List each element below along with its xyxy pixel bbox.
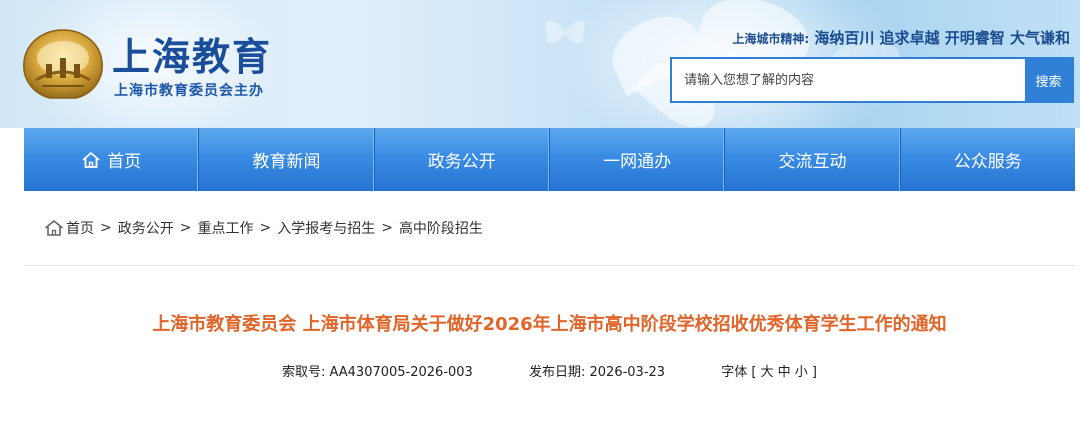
main-nav: 首页 教育新闻 政务公开 一网通办 交流互动 公众服务: [24, 128, 1075, 191]
nav-item-one-stop-service[interactable]: 一网通办: [550, 128, 726, 191]
city-spirit-value: 海纳百川 追求卓越 开明睿智 大气谦和: [814, 29, 1070, 47]
breadcrumb: 首页 > 政务公开 > 重点工作 > 入学报考与招生 > 高中阶段招生: [44, 217, 483, 239]
breadcrumb-separator: >: [259, 220, 272, 236]
article-publish-date: 发布日期: 2026-03-23: [529, 361, 665, 380]
nav-item-label: 首页: [107, 152, 142, 172]
nav-item-label: 交流互动: [778, 152, 847, 172]
breadcrumb-item-high-school-admission[interactable]: 高中阶段招生: [399, 218, 483, 238]
nav-item-label: 一网通办: [603, 152, 672, 172]
search-box: 搜索: [670, 57, 1074, 103]
breadcrumb-separator: >: [381, 220, 393, 236]
breadcrumb-item-home[interactable]: 首页: [66, 218, 94, 238]
site-subtitle: 上海市教育委员会主办: [114, 83, 264, 99]
breadcrumb-separator: >: [179, 220, 192, 236]
breadcrumb-divider: [24, 265, 1075, 266]
nav-item-education-news[interactable]: 教育新闻: [199, 128, 375, 191]
breadcrumb-separator: >: [100, 220, 112, 236]
font-size-control[interactable]: 字体 [ 大 中 小 ]: [721, 361, 817, 380]
nav-item-public-service[interactable]: 公众服务: [901, 128, 1075, 191]
home-icon: [82, 151, 100, 168]
breadcrumb-item-admission[interactable]: 入学报考与招生: [277, 218, 375, 238]
article-index: 索取号: AA4307005-2026-003: [282, 361, 473, 380]
article-meta: 索取号: AA4307005-2026-003 发布日期: 2026-03-23…: [24, 361, 1075, 380]
article-title: 上海市教育委员会 上海市体育局关于做好2026年上海市高中阶段学校招收优秀体育学…: [152, 314, 947, 335]
search-button[interactable]: 搜索: [1025, 59, 1072, 101]
nav-item-home[interactable]: 首页: [24, 128, 200, 191]
city-spirit-slogan: 上海城市精神: 海纳百川 追求卓越 开明睿智 大气谦和: [732, 27, 1070, 48]
header-banner: 上海教育 上海市教育委员会主办 上海城市精神: 海纳百川 追求卓越 开明睿智 大…: [0, 0, 1080, 128]
article-index-label: 索取号:: [281, 365, 326, 380]
search-input[interactable]: [672, 59, 1025, 101]
nav-item-government-affairs[interactable]: 政务公开: [375, 128, 550, 191]
shanghai-education-logo-icon: [23, 29, 103, 99]
nav-item-label: 公众服务: [953, 152, 1022, 172]
article-date-label: 发布日期:: [528, 365, 586, 380]
nav-item-label: 政务公开: [427, 152, 496, 172]
nav-item-label: 教育新闻: [252, 152, 321, 172]
content-area: 首页 > 政务公开 > 重点工作 > 入学报考与招生 > 高中阶段招生 上海市教…: [24, 191, 1075, 432]
breadcrumb-item-key-work[interactable]: 重点工作: [197, 218, 253, 238]
butterfly-icon: [545, 20, 585, 44]
city-spirit-label: 上海城市精神:: [732, 32, 810, 46]
breadcrumb-item-government-affairs[interactable]: 政务公开: [118, 218, 174, 238]
home-icon: [44, 220, 64, 236]
site-title[interactable]: 上海教育: [112, 26, 272, 81]
article-index-value: AA4307005-2026-003: [329, 365, 473, 380]
article-date-value: 2026-03-23: [589, 365, 666, 380]
nav-item-interaction[interactable]: 交流互动: [725, 128, 901, 191]
page: 上海教育 上海市教育委员会主办 上海城市精神: 海纳百川 追求卓越 开明睿智 大…: [0, 0, 1080, 432]
